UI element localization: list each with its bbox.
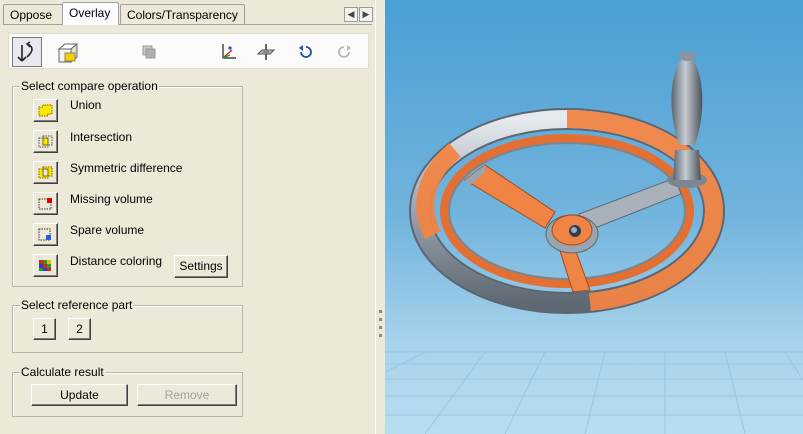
spare-volume-icon [38, 228, 51, 241]
view-toolbar [8, 33, 369, 69]
missing-volume-icon [38, 198, 52, 210]
reference-part-1-button[interactable]: 1 [33, 318, 56, 340]
overlap-icon[interactable] [136, 39, 162, 65]
reference-part-title: Select reference part [20, 298, 134, 312]
undo-icon[interactable] [293, 39, 319, 65]
splitter-grip-dot [379, 326, 382, 329]
box-view-icon[interactable] [54, 39, 80, 65]
splitter-grip-dot [379, 334, 382, 337]
calculate-result-title: Calculate result [20, 365, 105, 379]
reference-part-2-button[interactable]: 2 [68, 318, 91, 340]
distance-coloring-button[interactable] [33, 254, 58, 277]
tab-strip-border [3, 24, 372, 25]
union-label: Union [70, 98, 102, 112]
tab-overlay[interactable]: Overlay [62, 2, 119, 25]
tab-oppose[interactable]: Oppose [3, 4, 63, 24]
remove-button[interactable]: Remove [137, 384, 237, 406]
handwheel-model [385, 51, 803, 434]
rotate-view-icon[interactable] [12, 37, 42, 67]
missing-volume-label: Missing volume [70, 192, 153, 206]
compare-operation-title: Select compare operation [20, 79, 159, 93]
splitter-grip-dot [379, 310, 382, 313]
symmetric-difference-label: Symmetric difference [70, 161, 183, 175]
3d-viewport[interactable] [385, 0, 803, 434]
tab-scroll-left-button[interactable]: ◀ [344, 7, 358, 22]
update-button[interactable]: Update [31, 384, 128, 406]
distance-coloring-label: Distance coloring [70, 254, 163, 268]
symmetric-difference-icon [38, 166, 53, 179]
distance-coloring-icon [39, 260, 51, 271]
intersection-label: Intersection [70, 130, 133, 144]
splitter-grip-dot [379, 318, 382, 321]
settings-button[interactable]: Settings [174, 255, 228, 278]
union-icon [38, 104, 53, 117]
tab-scroll-right-button[interactable]: ▶ [359, 7, 373, 22]
redo-icon[interactable] [331, 39, 357, 65]
spare-volume-label: Spare volume [70, 223, 145, 237]
compare-panel: Oppose Overlay Colors/Transparency ◀ ▶ S… [0, 0, 375, 434]
missing-volume-button[interactable] [33, 192, 58, 215]
symmetric-difference-button[interactable] [33, 161, 58, 184]
intersection-icon [38, 135, 53, 148]
plane-icon[interactable] [253, 39, 279, 65]
axis-icon[interactable] [215, 39, 241, 65]
floor-grid [385, 351, 803, 434]
panel-splitter[interactable] [375, 0, 385, 434]
tab-colors-transparency[interactable]: Colors/Transparency [120, 4, 245, 24]
intersection-button[interactable] [33, 130, 58, 153]
union-button[interactable] [33, 99, 58, 122]
spare-volume-button[interactable] [33, 223, 58, 246]
